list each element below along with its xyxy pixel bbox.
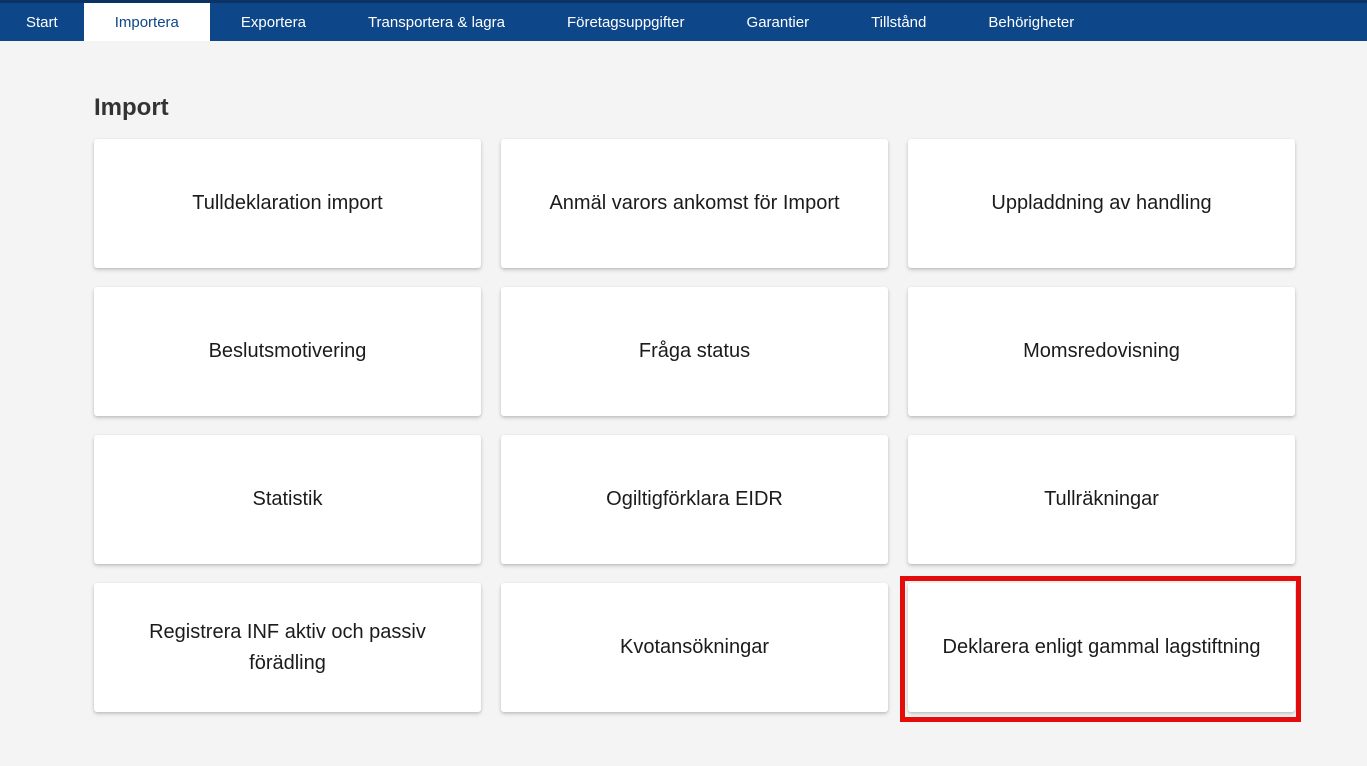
card-uppladdning-av-handling[interactable]: Uppladdning av handling (908, 139, 1295, 268)
card-wrap: Registrera INF aktiv och passiv förädlin… (94, 583, 481, 712)
card-wrap: Uppladdning av handling (908, 139, 1295, 268)
nav-tab-behorigheter[interactable]: Behörigheter (957, 3, 1105, 41)
nav-tab-transportera-lagra[interactable]: Transportera & lagra (337, 3, 536, 41)
card-wrap-highlighted: Deklarera enligt gammal lagstiftning (900, 576, 1301, 722)
nav-tab-garantier[interactable]: Garantier (716, 3, 841, 41)
card-beslutsmotivering[interactable]: Beslutsmotivering (94, 287, 481, 416)
card-anmal-varors-ankomst-import[interactable]: Anmäl varors ankomst för Import (501, 139, 888, 268)
card-deklarera-enligt-gammal-lagstiftning[interactable]: Deklarera enligt gammal lagstiftning (908, 583, 1295, 712)
card-wrap: Anmäl varors ankomst för Import (501, 139, 888, 268)
card-fraga-status[interactable]: Fråga status (501, 287, 888, 416)
card-ogiltigforklara-eidr[interactable]: Ogiltigförklara EIDR (501, 435, 888, 564)
card-wrap: Fråga status (501, 287, 888, 416)
card-wrap: Ogiltigförklara EIDR (501, 435, 888, 564)
main-content: Import Tulldeklaration import Anmäl varo… (0, 94, 1367, 722)
page-title: Import (94, 94, 169, 121)
card-wrap: Statistik (94, 435, 481, 564)
card-wrap: Tullräkningar (908, 435, 1295, 564)
card-wrap: Kvotansökningar (501, 583, 888, 712)
nav-tab-foretagsuppgifter[interactable]: Företagsuppgifter (536, 3, 716, 41)
card-wrap: Tulldeklaration import (94, 139, 481, 268)
card-tullrakningar[interactable]: Tullräkningar (908, 435, 1295, 564)
nav-tab-exportera[interactable]: Exportera (210, 3, 337, 41)
card-statistik[interactable]: Statistik (94, 435, 481, 564)
nav-tab-tillstand[interactable]: Tillstånd (840, 3, 957, 41)
nav-tab-importera[interactable]: Importera (83, 3, 210, 41)
card-wrap: Beslutsmotivering (94, 287, 481, 416)
card-kvotansokningar[interactable]: Kvotansökningar (501, 583, 888, 712)
card-wrap: Momsredovisning (908, 287, 1295, 416)
top-navigation: Start Importera Exportera Transportera &… (0, 0, 1367, 41)
nav-tab-start[interactable]: Start (0, 3, 84, 41)
card-registrera-inf-aktiv-passiv-foradling[interactable]: Registrera INF aktiv och passiv förädlin… (94, 583, 481, 712)
card-grid: Tulldeklaration import Anmäl varors anko… (94, 139, 1301, 722)
card-tulldeklaration-import[interactable]: Tulldeklaration import (94, 139, 481, 268)
card-momsredovisning[interactable]: Momsredovisning (908, 287, 1295, 416)
